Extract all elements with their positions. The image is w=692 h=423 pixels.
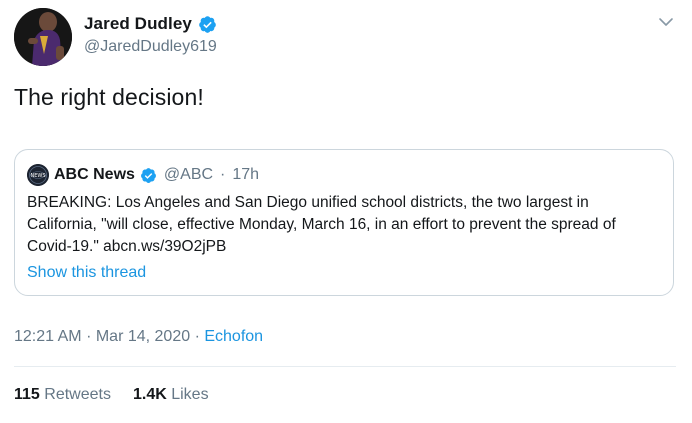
author-avatar[interactable]: [14, 8, 72, 66]
author-handle[interactable]: @JaredDudley619: [84, 38, 217, 56]
tweet-timestamp-row: 12:21 AM · Mar 14, 2020 · Echofon: [14, 328, 263, 346]
abc-news-avatar[interactable]: NEWS: [27, 164, 49, 186]
meta-separator: ·: [86, 328, 92, 345]
retweets-count: 115: [14, 386, 40, 403]
tweet-stats: 115 Retweets 1.4K Likes: [14, 386, 209, 404]
tweet-text: The right decision!: [14, 84, 204, 110]
verified-badge-icon: [140, 167, 156, 183]
tweet-date[interactable]: Mar 14, 2020: [96, 328, 190, 345]
quoted-time[interactable]: 17h: [232, 166, 259, 184]
quoted-tweet[interactable]: NEWS ABC News @ABC · 17h BREAKING: Los A…: [14, 149, 674, 296]
meta-separator: ·: [194, 328, 200, 345]
divider: [14, 366, 676, 367]
quoted-author-handle[interactable]: @ABC: [164, 166, 213, 184]
abc-news-logo-icon: NEWS: [27, 164, 49, 186]
author-name-row[interactable]: Jared Dudley: [84, 14, 217, 34]
quoted-tweet-header: NEWS ABC News @ABC · 17h: [27, 164, 259, 186]
author-name[interactable]: Jared Dudley: [84, 14, 192, 34]
tweet-card: Jared Dudley @JaredDudley619 The right d…: [0, 0, 692, 423]
player-avatar-icon: [14, 8, 72, 66]
likes-label: Likes: [171, 386, 209, 403]
tweet-time[interactable]: 12:21 AM: [14, 328, 82, 345]
quoted-tweet-text: BREAKING: Los Angeles and San Diego unif…: [27, 194, 616, 255]
quoted-author-name[interactable]: ABC News: [54, 166, 135, 184]
abc-news-avatar-text: NEWS: [30, 173, 45, 179]
likes-count: 1.4K: [132, 386, 167, 403]
quoted-separator: ·: [220, 166, 226, 183]
retweets-label: Retweets: [44, 386, 111, 403]
tweet-source-link[interactable]: Echofon: [204, 328, 263, 345]
chevron-down-icon[interactable]: [656, 12, 676, 32]
show-thread-link[interactable]: Show this thread: [27, 264, 146, 282]
retweets-stat[interactable]: 115 Retweets: [14, 386, 111, 404]
likes-stat[interactable]: 1.4K Likes: [133, 386, 209, 404]
verified-badge-icon: [199, 15, 216, 33]
